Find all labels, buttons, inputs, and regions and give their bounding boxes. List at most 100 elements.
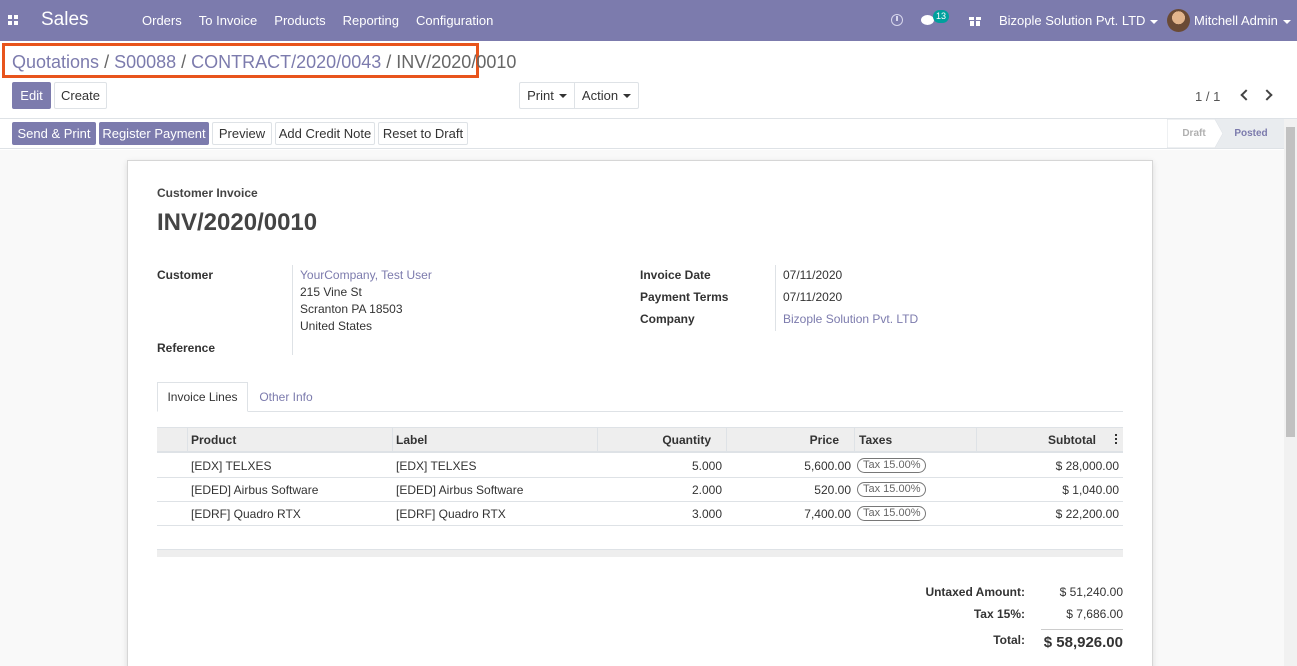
scrollbar-thumb[interactable]	[1286, 127, 1295, 437]
status-bar: Send & Print Register Payment Preview Ad…	[0, 119, 1297, 149]
app-title: Sales	[41, 9, 89, 30]
row-taxes: Tax 15.00%	[857, 478, 927, 501]
row-price: 520.00	[814, 482, 851, 497]
column-separator	[187, 428, 188, 452]
document-type: Customer Invoice	[157, 186, 258, 200]
table-row[interactable]: [EDRF] Quadro RTX [EDRF] Quadro RTX 3.00…	[157, 502, 1123, 526]
invoice-sheet: Customer Invoice INV/2020/0010 Customer …	[127, 160, 1153, 666]
breadcrumb-separator: /	[104, 52, 110, 72]
row-subtotal: $ 28,000.00	[1055, 458, 1119, 473]
scrollbar[interactable]	[1284, 119, 1297, 666]
breadcrumb: Quotations / S00088/CONTRACT/2020/0043/INV…	[12, 52, 516, 73]
breadcrumb-sale-order[interactable]: S00088	[114, 52, 176, 72]
row-label: [EDX] TELXES	[396, 458, 477, 473]
address-line-3: United States	[300, 319, 373, 333]
tax-badge: Tax 15.00%	[857, 482, 927, 497]
menu-configuration[interactable]: Configuration	[416, 13, 493, 28]
payment-terms-value: 07/11/2020	[783, 290, 843, 304]
customer-label: Customer	[157, 268, 214, 282]
address-line-2: Scranton PA 18503	[300, 302, 403, 316]
chevron-down-icon	[1150, 19, 1159, 24]
chevron-right-icon[interactable]	[1261, 89, 1273, 101]
tab-other-info[interactable]: Other Info	[248, 382, 324, 412]
main-menu: Orders To Invoice Products Reporting Con…	[142, 13, 510, 28]
breadcrumb-separator: /	[386, 52, 392, 72]
address-line-1: 215 Vine St	[300, 285, 362, 299]
chevron-down-icon	[1282, 19, 1291, 24]
gift-icon[interactable]	[969, 14, 981, 26]
edit-button[interactable]: Edit	[12, 82, 51, 109]
row-label: [EDED] Airbus Software	[396, 482, 524, 497]
row-quantity: 3.000	[691, 506, 722, 521]
menu-orders[interactable]: Orders	[142, 13, 182, 28]
table-row[interactable]: [EDED] Airbus Software [EDED] Airbus Sof…	[157, 478, 1123, 502]
total-divider	[1041, 629, 1123, 630]
register-payment-button[interactable]: Register Payment	[99, 122, 209, 145]
breadcrumb-quotations[interactable]: Quotations	[12, 52, 99, 72]
invoice-date-value: 07/11/2020	[783, 268, 843, 282]
total-label: Total:	[993, 633, 1025, 647]
chevron-left-icon[interactable]	[1240, 89, 1252, 101]
tab-invoice-lines[interactable]: Invoice Lines	[157, 382, 248, 412]
breadcrumb-current: INV/2020/0010	[396, 52, 517, 72]
company-switcher[interactable]: Bizople Solution Pvt. LTD	[999, 13, 1159, 28]
column-separator	[392, 428, 393, 452]
chat-count-badge: 13	[933, 10, 950, 23]
apps-menu-icon[interactable]	[8, 15, 19, 26]
send-print-button[interactable]: Send & Print	[12, 122, 96, 145]
company-label: Company	[640, 312, 695, 326]
print-dropdown[interactable]: Print	[519, 82, 575, 109]
reset-to-draft-button[interactable]: Reset to Draft	[378, 122, 468, 145]
user-name: Mitchell Admin	[1194, 13, 1278, 28]
action-dropdown[interactable]: Action	[574, 82, 639, 109]
stage-posted: Posted	[1234, 128, 1268, 139]
row-product: [EDED] Airbus Software	[191, 482, 319, 497]
row-label: [EDRF] Quadro RTX	[396, 506, 506, 521]
chevron-down-icon	[623, 93, 632, 98]
preview-button[interactable]: Preview	[212, 122, 272, 145]
control-panel: Quotations / S00088/CONTRACT/2020/0043/INV…	[0, 41, 1297, 119]
user-menu[interactable]: Mitchell Admin	[1194, 13, 1291, 28]
menu-reporting[interactable]: Reporting	[343, 13, 399, 28]
table-footer	[157, 549, 1123, 557]
avatar[interactable]	[1167, 9, 1190, 32]
total-value: $ 58,926.00	[1043, 634, 1123, 651]
payment-terms-label: Payment Terms	[640, 290, 729, 304]
stage-draft[interactable]: Draft	[1170, 119, 1218, 148]
column-label[interactable]: Label	[396, 428, 596, 452]
top-navbar: Sales Orders To Invoice Products Reporti…	[0, 0, 1297, 41]
breadcrumb-separator: /	[181, 52, 187, 72]
column-taxes[interactable]: Taxes	[859, 428, 969, 452]
column-separator	[854, 428, 855, 452]
menu-products[interactable]: Products	[274, 13, 325, 28]
column-subtotal[interactable]: Subtotal	[977, 428, 1096, 452]
activity-clock-icon[interactable]	[891, 14, 903, 26]
row-quantity: 5.000	[691, 458, 722, 473]
column-price[interactable]: Price	[727, 428, 839, 452]
customer-link[interactable]: YourCompany, Test User	[300, 268, 432, 282]
company-link[interactable]: Bizople Solution Pvt. LTD	[783, 312, 918, 326]
row-product: [EDX] TELXES	[191, 458, 272, 473]
tax-badge: Tax 15.00%	[857, 506, 927, 521]
column-product[interactable]: Product	[191, 428, 391, 452]
row-price: 7,400.00	[804, 506, 851, 521]
tax-badge: Tax 15.00%	[857, 458, 927, 473]
action-label: Action	[581, 88, 619, 103]
add-credit-note-button[interactable]: Add Credit Note	[275, 122, 375, 145]
table-header: Product Label Quantity Price Taxes Subto…	[157, 427, 1123, 453]
row-subtotal: $ 1,040.00	[1062, 482, 1119, 497]
menu-to-invoice[interactable]: To Invoice	[199, 13, 258, 28]
pager-value[interactable]: 1 / 1	[1195, 89, 1220, 104]
table-row[interactable]: [EDX] TELXES [EDX] TELXES 5.000 5,600.00…	[157, 454, 1123, 478]
column-quantity[interactable]: Quantity	[598, 428, 711, 452]
create-button[interactable]: Create	[54, 82, 107, 109]
row-quantity: 2.000	[691, 482, 722, 497]
notebook-tabs: Invoice Lines Other Info	[157, 382, 1123, 412]
untaxed-amount-label: Untaxed Amount:	[925, 585, 1025, 599]
tax-label: Tax 15%:	[973, 607, 1025, 621]
row-product: [EDRF] Quadro RTX	[191, 506, 301, 521]
breadcrumb-contract[interactable]: CONTRACT/2020/0043	[191, 52, 381, 72]
tax-value: $ 7,686.00	[1066, 607, 1123, 621]
row-taxes: Tax 15.00%	[857, 502, 927, 525]
invoice-date-label: Invoice Date	[640, 268, 711, 282]
